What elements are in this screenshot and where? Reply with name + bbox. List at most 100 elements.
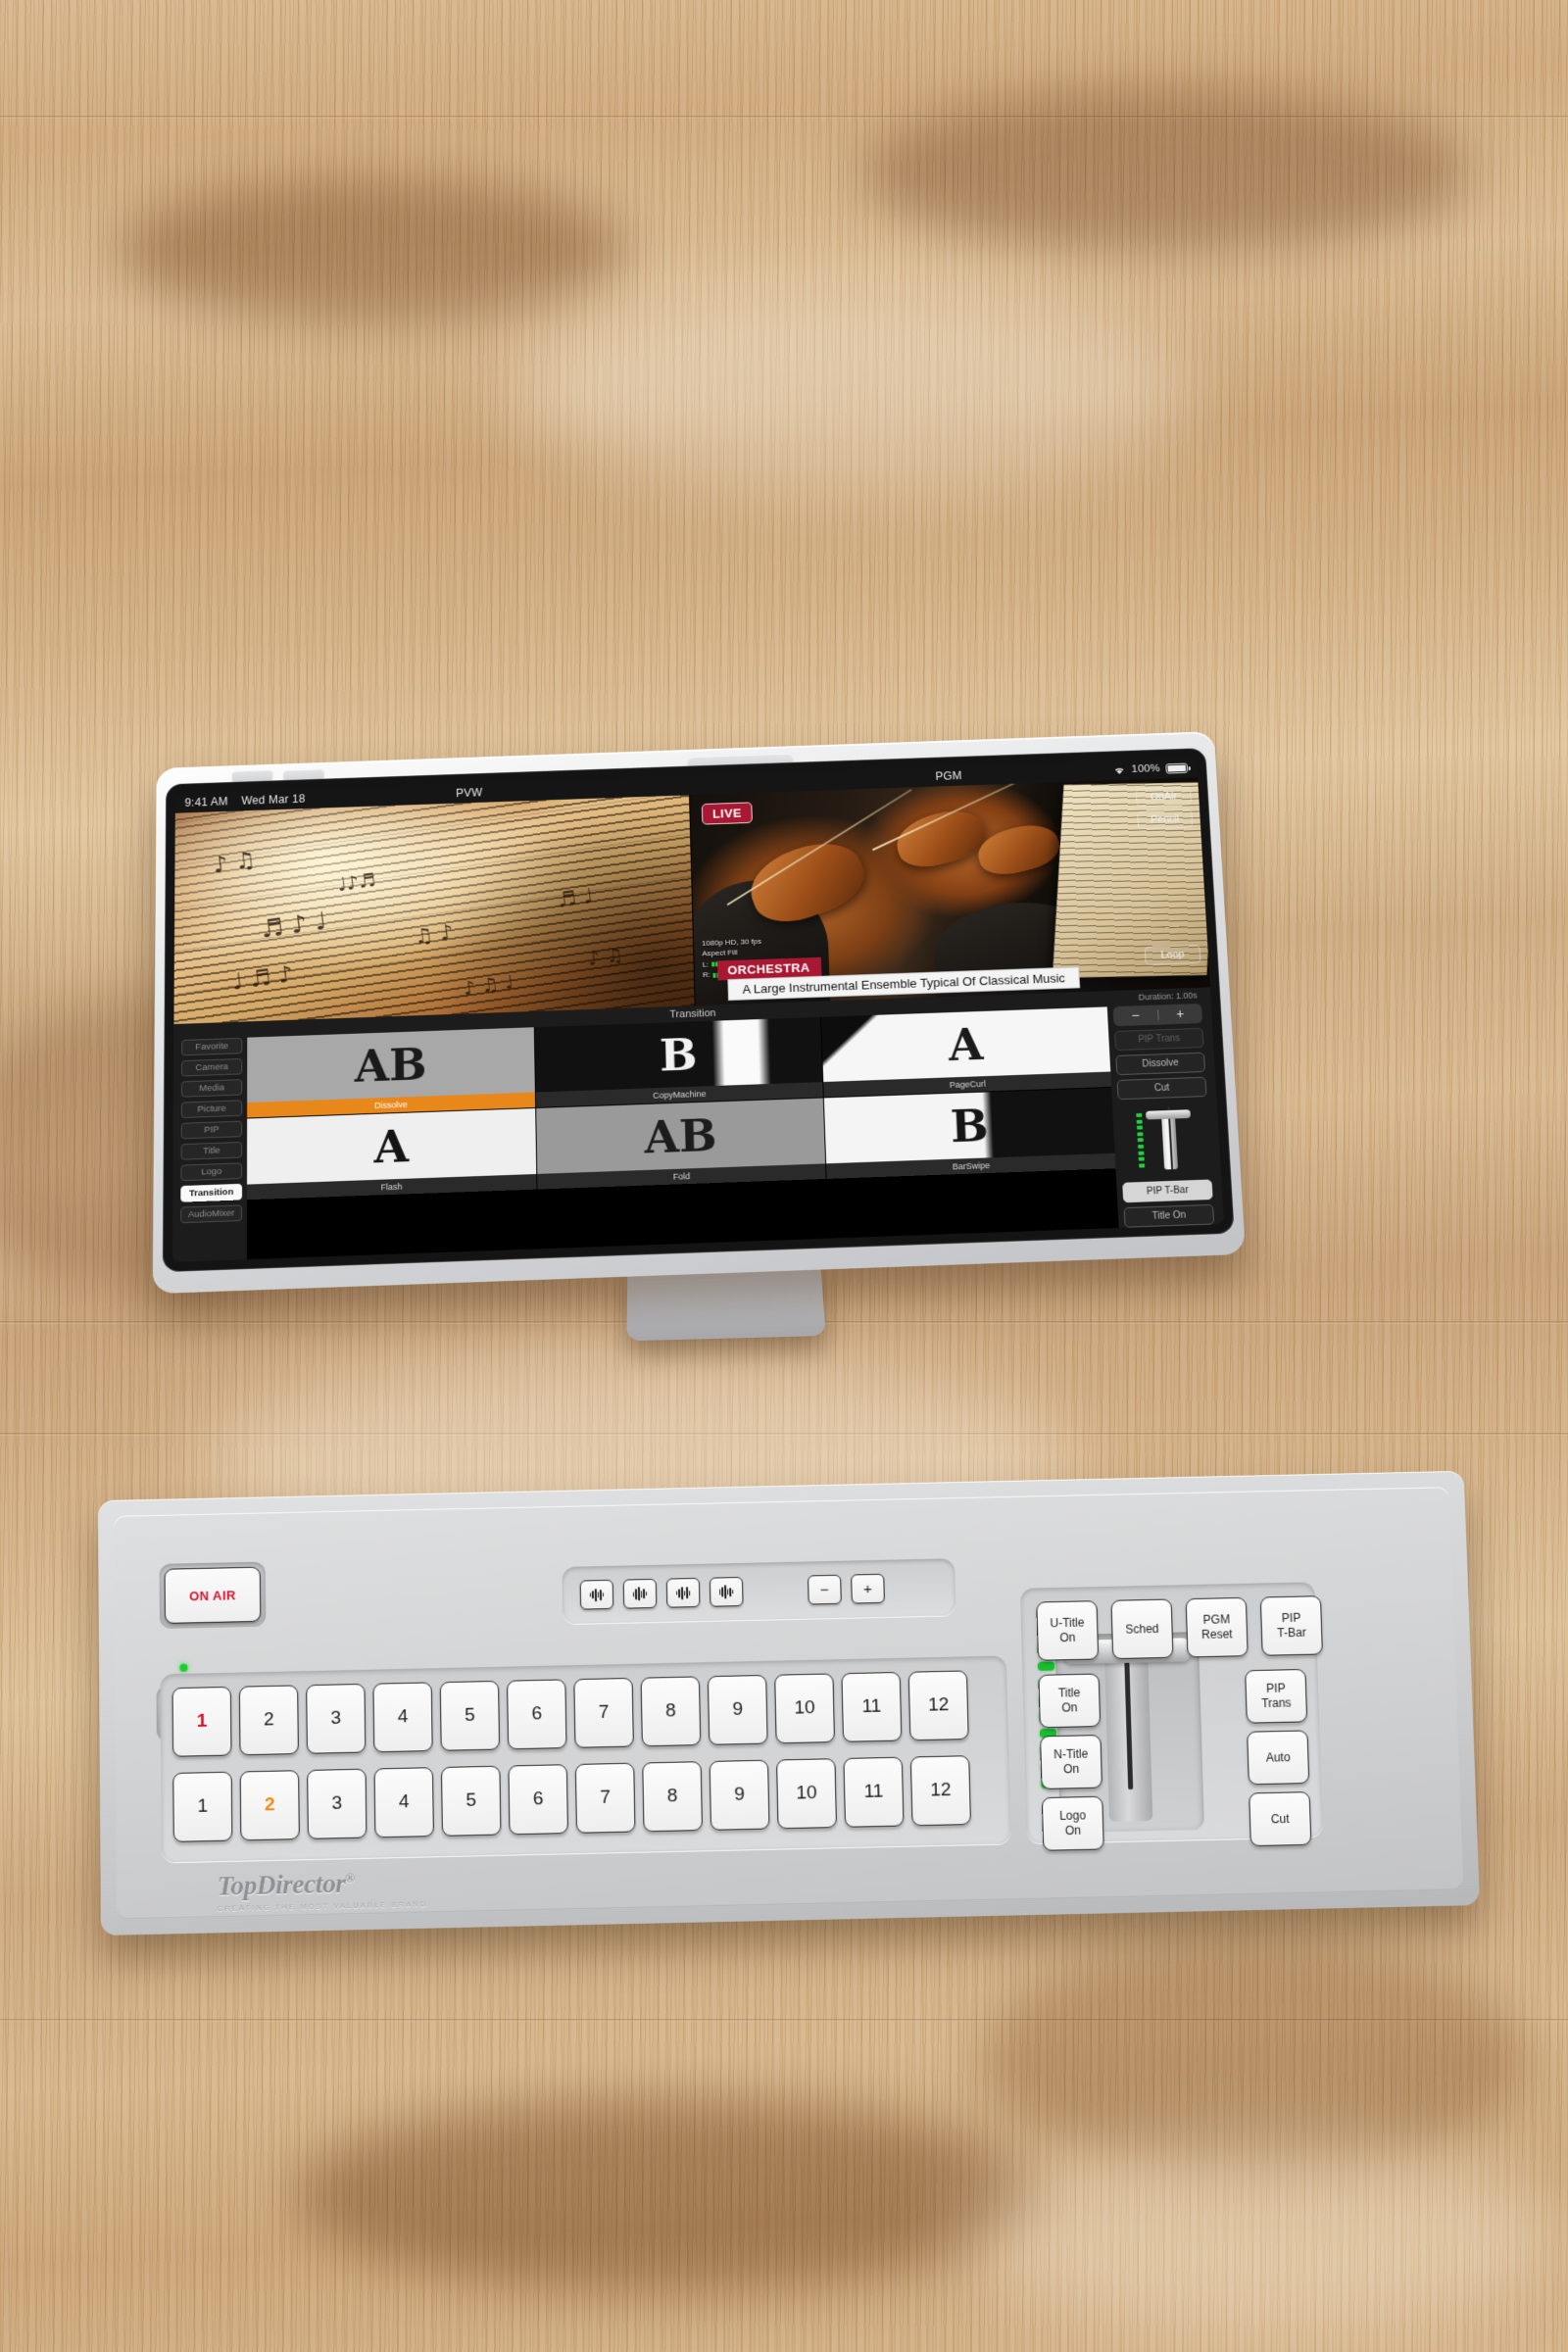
button-label-line1: Auto — [1265, 1749, 1291, 1765]
transition-panel: Transition Duration: 1.00s Favorite Camer… — [172, 987, 1225, 1262]
transition-thumbnail: A — [821, 1006, 1111, 1083]
pvw-bus-key-7[interactable]: 7 — [574, 1762, 636, 1834]
volume-up-button[interactable] — [232, 769, 272, 784]
transition-thumbnail: B — [824, 1087, 1115, 1164]
pvw-bus-key-10[interactable]: 10 — [776, 1758, 838, 1830]
sidebar-item-label: Favorite — [195, 1041, 229, 1053]
button-label-line1: PIP — [1265, 1681, 1286, 1696]
sidebar-item-label: AudioMixer — [187, 1207, 235, 1221]
transition-tile-dissolve[interactable]: AB Dissolve — [247, 1027, 535, 1118]
audio-wave-3-button[interactable] — [665, 1577, 701, 1608]
panel-sidebar: Favorite Camera Media Picture PIP Title Logo Tr… — [172, 1021, 247, 1262]
duration-minus-button[interactable]: − — [1113, 1007, 1158, 1024]
tbar-led — [1137, 1138, 1144, 1143]
transition-tile-flash[interactable]: A Flash — [246, 1107, 537, 1200]
console-button-pgm-reset[interactable]: PGM Reset — [1185, 1596, 1249, 1658]
transition-tile-fold[interactable]: AB Fold — [535, 1098, 827, 1190]
pgm-bus-key-2[interactable]: 2 — [238, 1685, 299, 1756]
duration-stepper[interactable]: − + — [1112, 1003, 1203, 1027]
pgm-bus-key-10[interactable]: 10 — [774, 1673, 836, 1744]
tbar-led — [1136, 1125, 1144, 1130]
audio-wave-2-button[interactable] — [622, 1578, 658, 1609]
sidebar-item-transition[interactable]: Transition — [180, 1183, 243, 1202]
pvw-bus-key-8[interactable]: 8 — [642, 1761, 704, 1833]
battery-full-icon — [1165, 762, 1189, 774]
console-button-title-on[interactable]: Title On — [1038, 1673, 1102, 1729]
panel-button-pip-t-bar[interactable]: PIP T-Bar — [1122, 1179, 1213, 1203]
pgm-bus-key-5[interactable]: 5 — [439, 1680, 501, 1751]
pgm-bus-key-9[interactable]: 9 — [707, 1674, 768, 1745]
sidebar-item-favorite[interactable]: Favorite — [181, 1037, 243, 1056]
panel-tbar[interactable] — [1118, 1102, 1211, 1178]
audio-wave-1-button[interactable] — [579, 1579, 614, 1610]
sidebar-item-picture[interactable]: Picture — [180, 1100, 243, 1119]
panel-button-dissolve[interactable]: Dissolve — [1115, 1052, 1206, 1075]
sidebar-item-pip[interactable]: PIP — [180, 1120, 243, 1140]
transition-right-column: − + PIP Trans Dissolve Cut PIP T-Bar Tit… — [1106, 987, 1224, 1228]
status-time: 9:41 AM — [184, 795, 228, 809]
pgm-bus-key-6[interactable]: 6 — [507, 1679, 567, 1750]
tbar-led — [1138, 1156, 1145, 1161]
pgm-bus-key-3[interactable]: 3 — [306, 1683, 367, 1754]
sidebar-item-audiomixer[interactable]: AudioMixer — [180, 1204, 243, 1224]
preview-monitor[interactable]: ♪ ♫ ♩♪♬ ♬ ♪ ♩ ♫ ♪ ♩ ♬ ♪ ♪ ♫ ♩ ♬ ♩ ♪ ♫ — [173, 795, 695, 1025]
console-button-logo-on[interactable]: Logo On — [1041, 1795, 1104, 1851]
program-monitor[interactable]: LIVE OnAir Pencil Loop 1080p HD, 30 fps … — [689, 777, 1210, 1006]
tbar-led — [1137, 1132, 1144, 1137]
panel-button-title-on[interactable]: Title On — [1123, 1203, 1215, 1228]
button-label-line2: T-Bar — [1277, 1625, 1307, 1641]
console-button-n-title-on[interactable]: N-Title On — [1040, 1735, 1102, 1789]
pvw-bus-key-2[interactable]: 2 — [239, 1770, 300, 1841]
button-label-line1: U-Title — [1050, 1615, 1085, 1631]
sidebar-item-camera[interactable]: Camera — [181, 1057, 243, 1077]
pvw-bus-key-6[interactable]: 6 — [508, 1764, 568, 1836]
sidebar-item-label: Title — [203, 1145, 220, 1157]
sidebar-item-label: Picture — [197, 1102, 226, 1115]
console-button-cut[interactable]: Cut — [1249, 1791, 1312, 1847]
status-pgm-label: PGM — [935, 768, 962, 783]
sidebar-item-logo[interactable]: Logo — [180, 1162, 243, 1182]
live-badge: LIVE — [701, 802, 753, 825]
plus-button[interactable]: + — [851, 1573, 885, 1604]
pvw-bus-key-3[interactable]: 3 — [307, 1768, 368, 1839]
duration-plus-button[interactable]: + — [1157, 1005, 1202, 1022]
volume-down-button[interactable] — [283, 768, 324, 783]
button-label-line1: PGM — [1202, 1612, 1231, 1628]
program-loop-button[interactable]: Loop — [1144, 944, 1201, 965]
pgm-bus-key-11[interactable]: 11 — [841, 1671, 903, 1742]
button-label-line2: On — [1062, 1761, 1080, 1777]
pvw-bus-key-12[interactable]: 12 — [909, 1755, 972, 1827]
pvw-bus-key-11[interactable]: 11 — [843, 1756, 905, 1828]
panel-button-cut[interactable]: Cut — [1116, 1076, 1207, 1101]
sidebar-item-title[interactable]: Title — [180, 1141, 243, 1160]
program-onair-button[interactable]: OnAir — [1135, 786, 1192, 808]
tbar-led — [1136, 1112, 1143, 1118]
transition-tile-barswipe[interactable]: B BarSwipe — [824, 1087, 1116, 1179]
pvw-bus-key-9[interactable]: 9 — [709, 1759, 770, 1831]
transition-tile-copymachine[interactable]: B CopyMachine — [534, 1016, 824, 1107]
pgm-bus-key-12[interactable]: 12 — [907, 1670, 969, 1741]
pgm-bus-key-8[interactable]: 8 — [640, 1676, 702, 1747]
pvw-bus-key-1[interactable]: 1 — [172, 1771, 233, 1842]
pgm-bus-key-7[interactable]: 7 — [573, 1677, 634, 1748]
onair-button[interactable]: ON AIR — [164, 1566, 262, 1624]
console-button-pip-trans[interactable]: PIP Trans — [1245, 1668, 1308, 1724]
audio-button-group: − + — [562, 1558, 956, 1625]
pgm-bus-key-1[interactable]: 1 — [172, 1686, 232, 1757]
audio-wave-4-button[interactable] — [709, 1576, 744, 1607]
console-button-u-title-on[interactable]: U-Title On — [1036, 1600, 1100, 1661]
panel-button-pip-trans[interactable]: PIP Trans — [1113, 1027, 1204, 1051]
pvw-bus-key-4[interactable]: 4 — [373, 1767, 434, 1838]
minus-button[interactable]: − — [808, 1574, 842, 1605]
tbar-led — [1138, 1151, 1145, 1155]
pgm-bus-key-4[interactable]: 4 — [372, 1682, 433, 1753]
transition-tile-pagecurl[interactable]: A PageCurl — [821, 1006, 1112, 1098]
console-button-pip-t-bar[interactable]: PIP T-Bar — [1259, 1595, 1323, 1656]
console-button-sched[interactable]: Sched — [1110, 1598, 1174, 1660]
console-button-auto[interactable]: Auto — [1247, 1730, 1310, 1786]
pvw-bus-key-5[interactable]: 5 — [440, 1765, 502, 1837]
transition-grid: AB Dissolve B CopyMachine A PageCurl A Flash AB F… — [246, 1006, 1119, 1260]
sidebar-item-media[interactable]: Media — [180, 1079, 243, 1098]
panel-tbar-handle[interactable] — [1146, 1104, 1194, 1175]
program-pencil-button[interactable]: Pencil — [1137, 808, 1194, 830]
